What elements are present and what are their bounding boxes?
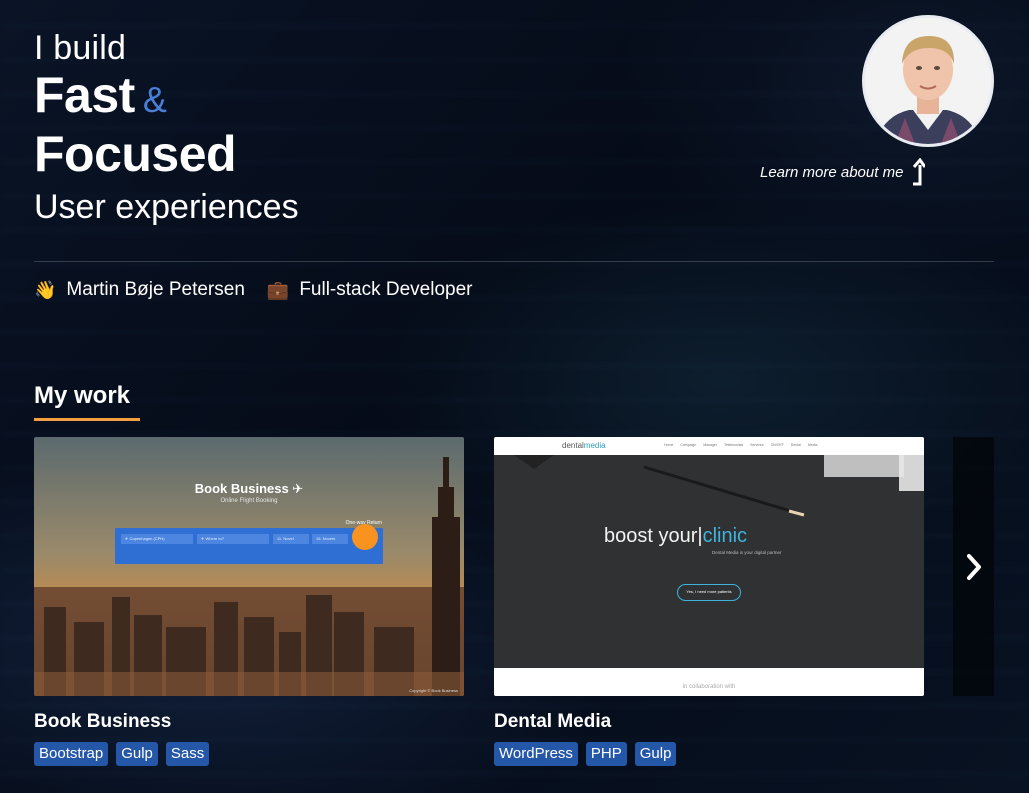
preview-to-field: ✈ Where to? [197,534,269,544]
project-card-dental-media[interactable]: dentalmedia Home Campaign Manager Testim… [494,437,924,766]
tag-php: PHP [585,742,627,766]
project-thumbnail[interactable]: dentalmedia Home Campaign Manager Testim… [494,437,924,696]
carousel-next-button[interactable] [953,437,994,696]
preview-nav-links: Home Campaign Manager Testimonials Servi… [664,443,818,447]
preview-logo: dentalmedia [562,441,606,450]
author-name-label: Martin Bøje Petersen [66,279,245,300]
author-role-label: Full-stack Developer [299,279,473,300]
avatar[interactable] [862,15,994,147]
learn-more-link[interactable]: Learn more about me [760,157,927,186]
desk-image [494,437,924,696]
hero-ampersand: & [142,79,167,120]
my-work-heading: My work [34,382,131,409]
project-thumbnail[interactable]: Book Business ✈ Online Flight Booking On… [34,437,464,696]
preview-footer-text: in collaboration with [682,684,736,690]
hero-word-fast: Fast [34,67,135,123]
waving-hand-icon: 👋 [34,279,57,300]
hero-line-2: Focused [34,126,237,182]
project-card-book-business[interactable]: Book Business ✈ Online Flight Booking On… [34,437,464,766]
preview-headline: boost your|clinic [604,525,748,547]
hero-intro: I build [34,29,127,67]
tag-gulp: Gulp [634,742,677,766]
preview-subheading: Online Flight Booking [220,498,278,504]
preview-date-back: 15. Novem [312,534,348,544]
divider [34,261,994,262]
chevron-right-icon [966,553,981,580]
learn-more-label: Learn more about me [760,163,904,181]
author-role: 💼 Full-stack Developer [267,279,473,301]
tag-wordpress: WordPress [494,742,578,766]
preview-search-panel: ✈ Copenhagen (CPH) ✈ Where to? 11. Novel… [115,524,383,564]
city-skyline-image [34,437,464,696]
tag-bootstrap: Bootstrap [34,742,109,766]
tag-gulp: Gulp [116,742,158,766]
preview-date-out: 11. Novel [273,534,309,544]
preview-from-field: ✈ Copenhagen (CPH) [121,534,193,544]
hero: I build Fast & Focused User experiences [34,28,299,229]
project-title[interactable]: Book Business [34,711,464,733]
preview-cta: Yes, I need more patients [677,584,741,601]
author-meta: 👋 Martin Bøje Petersen 💼 Full-stack Deve… [34,279,494,301]
heading-underline [34,418,140,421]
project-title[interactable]: Dental Media [494,711,924,733]
preview-footer: in collaboration with [494,668,924,696]
hero-tagline: User experiences [34,188,299,226]
hero-line-1: Fast & [34,68,299,127]
avatar-portrait [865,18,991,144]
project-tags: WordPress PHP Gulp [494,742,924,766]
preview-copyright: Copyright © Book Business [409,688,458,693]
project-tags: Bootstrap Gulp Sass [34,742,464,766]
arrow-up-icon [911,157,927,186]
preview-search-icon [352,524,378,550]
briefcase-icon: 💼 [266,279,290,300]
preview-navbar: dentalmedia Home Campaign Manager Testim… [494,437,924,455]
preview-heading: Book Business ✈ [194,481,304,496]
tag-sass: Sass [165,742,210,766]
preview-tagline: Dental Media is your digital partner [712,550,782,555]
profile-avatar[interactable] [862,15,994,147]
author-name: 👋 Martin Bøje Petersen [34,279,245,301]
